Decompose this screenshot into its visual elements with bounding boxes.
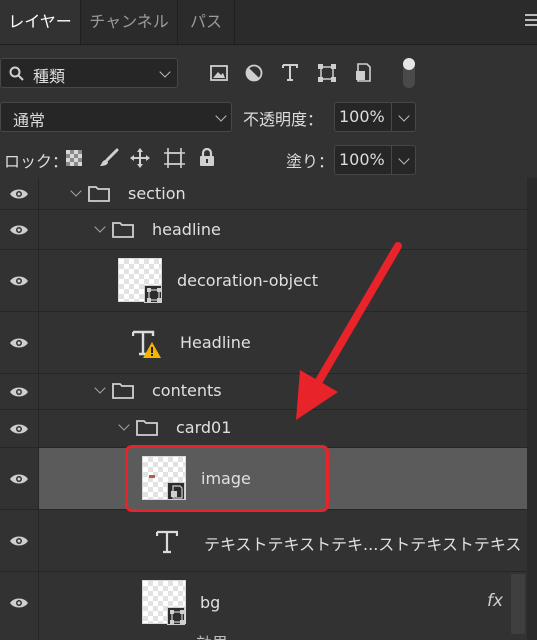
layer-row[interactable]: 効果 bbox=[0, 628, 527, 640]
chevron-down-icon bbox=[398, 110, 410, 122]
image-filter-icon[interactable] bbox=[210, 64, 228, 82]
lock-transparent-icon[interactable] bbox=[66, 150, 82, 166]
layer-row[interactable]: card01 bbox=[0, 410, 527, 448]
visibility-toggle[interactable] bbox=[0, 178, 39, 209]
tab-layers[interactable]: レイヤー bbox=[0, 0, 80, 44]
layers-list: section headline decoration-object Headl… bbox=[0, 178, 537, 640]
shape-layer-icon bbox=[167, 607, 185, 625]
layer-name: contents bbox=[152, 381, 222, 400]
layer-name: bg bbox=[200, 593, 221, 612]
shape-layer-icon bbox=[144, 285, 162, 303]
panel-menu-icon[interactable] bbox=[525, 14, 537, 30]
tab-channels[interactable]: チャンネル bbox=[81, 0, 177, 44]
visibility-toggle[interactable] bbox=[0, 374, 39, 409]
folder-icon bbox=[88, 186, 110, 202]
panel-tabs: レイヤー チャンネル パス bbox=[0, 0, 537, 45]
eye-icon bbox=[10, 474, 28, 484]
layer-row[interactable]: テキストテキストテキ...ストテキストテキス bbox=[0, 510, 527, 572]
layer-name: card01 bbox=[176, 418, 232, 437]
lock-all-icon[interactable] bbox=[199, 148, 215, 167]
layer-name: テキストテキストテキ...ストテキストテキス bbox=[204, 535, 522, 554]
chevron-down-icon[interactable] bbox=[70, 185, 82, 197]
search-icon bbox=[9, 66, 24, 81]
chevron-down-icon[interactable] bbox=[94, 382, 106, 394]
fill-value: 100% bbox=[339, 150, 385, 169]
lock-position-icon[interactable] bbox=[130, 148, 150, 168]
chevron-down-icon bbox=[159, 66, 171, 78]
lock-label: ロック： bbox=[4, 152, 69, 171]
filter-kind-select[interactable]: 種類 bbox=[0, 58, 178, 88]
eye-icon bbox=[10, 598, 28, 608]
scrollbar-track[interactable] bbox=[527, 178, 537, 640]
folder-icon bbox=[112, 222, 134, 238]
text-layer-icon bbox=[132, 330, 161, 358]
opacity-label: 不透明度： bbox=[243, 110, 324, 129]
visibility-toggle[interactable] bbox=[0, 250, 39, 311]
opacity-field[interactable]: 100% bbox=[334, 102, 416, 132]
layer-name: headline bbox=[152, 220, 221, 239]
filter-kind-value: 種類 bbox=[33, 67, 66, 86]
visibility-toggle[interactable] bbox=[0, 628, 39, 640]
folder-icon bbox=[136, 420, 158, 436]
visibility-toggle[interactable] bbox=[0, 572, 39, 628]
eye-icon bbox=[10, 276, 28, 286]
shape-filter-icon[interactable] bbox=[317, 63, 337, 83]
scrollbar-thumb[interactable] bbox=[511, 574, 525, 634]
layer-row[interactable]: decoration-object bbox=[0, 250, 527, 312]
tab-paths[interactable]: パス bbox=[178, 0, 234, 44]
chevron-down-icon[interactable] bbox=[118, 419, 130, 431]
eye-icon bbox=[10, 424, 28, 434]
eye-icon bbox=[10, 225, 28, 235]
layer-row[interactable]: Headline bbox=[0, 312, 527, 374]
chevron-down-icon bbox=[398, 153, 410, 165]
lock-artboard-icon[interactable] bbox=[164, 148, 185, 168]
blend-mode-select[interactable]: 通常 bbox=[0, 102, 232, 132]
chevron-down-icon[interactable] bbox=[94, 221, 106, 233]
fill-label: 塗り： bbox=[286, 152, 335, 171]
layer-row[interactable]: bg fx bbox=[0, 572, 527, 628]
eye-icon bbox=[10, 387, 28, 397]
visibility-toggle[interactable] bbox=[0, 210, 39, 249]
blend-mode-value: 通常 bbox=[13, 111, 46, 130]
adjustment-filter-icon[interactable] bbox=[245, 64, 263, 82]
visibility-toggle[interactable] bbox=[0, 510, 39, 571]
text-layer-icon bbox=[156, 530, 178, 554]
smart-object-filter-icon[interactable] bbox=[354, 63, 372, 83]
annotation-arrow bbox=[296, 242, 402, 420]
fill-field[interactable]: 100% bbox=[334, 145, 416, 175]
layer-row-selected[interactable]: image bbox=[0, 445, 527, 512]
fx-indicator[interactable]: fx bbox=[487, 591, 503, 611]
type-filter-icon[interactable] bbox=[281, 63, 299, 81]
annotation-highlight-box bbox=[125, 445, 329, 512]
opacity-value: 100% bbox=[339, 107, 385, 126]
visibility-toggle[interactable] bbox=[0, 448, 39, 509]
layer-row[interactable]: contents bbox=[0, 374, 527, 410]
effects-label: 効果 bbox=[196, 630, 228, 640]
eye-icon bbox=[10, 536, 28, 546]
visibility-toggle[interactable] bbox=[0, 410, 39, 447]
filter-toggle[interactable] bbox=[403, 58, 415, 88]
layer-row[interactable]: section bbox=[0, 178, 527, 210]
tab-divider bbox=[234, 0, 235, 44]
layer-name: Headline bbox=[180, 333, 251, 352]
lock-paint-icon[interactable] bbox=[99, 148, 119, 168]
layer-row[interactable]: headline bbox=[0, 210, 527, 250]
folder-icon bbox=[112, 383, 134, 399]
chevron-down-icon bbox=[215, 110, 227, 122]
eye-icon bbox=[10, 338, 28, 348]
eye-icon bbox=[10, 189, 28, 199]
visibility-toggle[interactable] bbox=[0, 312, 39, 373]
layer-name: section bbox=[128, 184, 186, 203]
